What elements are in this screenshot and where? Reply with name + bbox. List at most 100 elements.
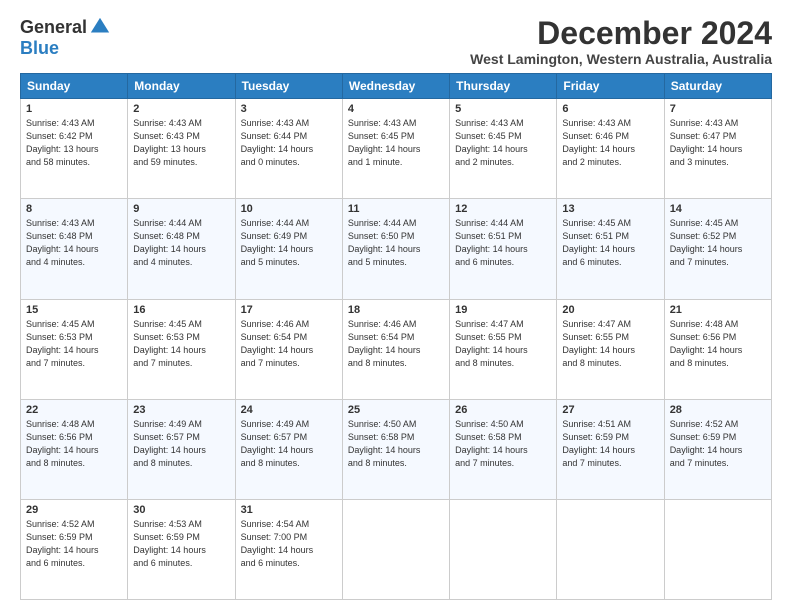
day-number: 29 <box>26 504 122 516</box>
month-title: December 2024 <box>470 16 772 51</box>
day-info: Sunrise: 4:52 AM Sunset: 6:59 PM Dayligh… <box>670 418 766 470</box>
day-info: Sunrise: 4:46 AM Sunset: 6:54 PM Dayligh… <box>348 318 444 370</box>
day-info: Sunrise: 4:53 AM Sunset: 6:59 PM Dayligh… <box>133 518 229 570</box>
day-info: Sunrise: 4:44 AM Sunset: 6:49 PM Dayligh… <box>241 217 337 269</box>
table-row: 25Sunrise: 4:50 AM Sunset: 6:58 PM Dayli… <box>342 399 449 499</box>
day-number: 19 <box>455 304 551 316</box>
day-info: Sunrise: 4:50 AM Sunset: 6:58 PM Dayligh… <box>455 418 551 470</box>
col-friday: Friday <box>557 74 664 99</box>
day-info: Sunrise: 4:45 AM Sunset: 6:53 PM Dayligh… <box>26 318 122 370</box>
table-row: 31Sunrise: 4:54 AM Sunset: 7:00 PM Dayli… <box>235 499 342 599</box>
day-info: Sunrise: 4:48 AM Sunset: 6:56 PM Dayligh… <box>670 318 766 370</box>
week-row-1: 1Sunrise: 4:43 AM Sunset: 6:42 PM Daylig… <box>21 99 772 199</box>
week-row-5: 29 Sunrise: 4:52 AM Sunset: 6:59 PM Dayli… <box>21 499 772 599</box>
calendar-header-row: Sunday Monday Tuesday Wednesday Thursday… <box>21 74 772 99</box>
day-info: Sunrise: 4:45 AM Sunset: 6:52 PM Dayligh… <box>670 217 766 269</box>
header: General Blue December 2024 West Lamingto… <box>20 16 772 67</box>
table-row: 7 Sunrise: 4:43 AM Sunset: 6:47 PM Daylig… <box>664 99 771 199</box>
day-number: 4 <box>348 103 444 115</box>
table-row: 9 Sunrise: 4:44 AM Sunset: 6:48 PM Daylig… <box>128 199 235 299</box>
table-row: 20 Sunrise: 4:47 AM Sunset: 6:55 PM Dayli… <box>557 299 664 399</box>
table-row: 8 Sunrise: 4:43 AM Sunset: 6:48 PM Daylig… <box>21 199 128 299</box>
day-info: Sunrise: 4:48 AM Sunset: 6:56 PM Dayligh… <box>26 418 122 470</box>
day-number: 7 <box>670 103 766 115</box>
table-row: 27 Sunrise: 4:51 AM Sunset: 6:59 PM Dayli… <box>557 399 664 499</box>
day-number: 14 <box>670 203 766 215</box>
day-number: 15 <box>26 304 122 316</box>
day-number: 16 <box>133 304 229 316</box>
table-row <box>557 499 664 599</box>
day-info: Sunrise: 4:45 AM Sunset: 6:53 PM Dayligh… <box>133 318 229 370</box>
day-info: Sunrise: 4:43 AM Sunset: 6:45 PM Dayligh… <box>455 117 551 169</box>
col-monday: Monday <box>128 74 235 99</box>
day-number: 18 <box>348 304 444 316</box>
week-row-2: 8 Sunrise: 4:43 AM Sunset: 6:48 PM Daylig… <box>21 199 772 299</box>
table-row <box>342 499 449 599</box>
day-number: 26 <box>455 404 551 416</box>
day-info: Sunrise: 4:49 AM Sunset: 6:57 PM Dayligh… <box>133 418 229 470</box>
table-row: 11Sunrise: 4:44 AM Sunset: 6:50 PM Dayli… <box>342 199 449 299</box>
table-row: 28 Sunrise: 4:52 AM Sunset: 6:59 PM Dayli… <box>664 399 771 499</box>
day-number: 22 <box>26 404 122 416</box>
table-row: 14 Sunrise: 4:45 AM Sunset: 6:52 PM Dayli… <box>664 199 771 299</box>
day-info: Sunrise: 4:43 AM Sunset: 6:43 PM Dayligh… <box>133 117 229 169</box>
day-info: Sunrise: 4:52 AM Sunset: 6:59 PM Dayligh… <box>26 518 122 570</box>
day-number: 12 <box>455 203 551 215</box>
day-info: Sunrise: 4:47 AM Sunset: 6:55 PM Dayligh… <box>562 318 658 370</box>
day-info: Sunrise: 4:43 AM Sunset: 6:45 PM Dayligh… <box>348 117 444 169</box>
day-number: 20 <box>562 304 658 316</box>
col-sunday: Sunday <box>21 74 128 99</box>
table-row: 6Sunrise: 4:43 AM Sunset: 6:46 PM Daylig… <box>557 99 664 199</box>
day-info: Sunrise: 4:47 AM Sunset: 6:55 PM Dayligh… <box>455 318 551 370</box>
table-row: 17Sunrise: 4:46 AM Sunset: 6:54 PM Dayli… <box>235 299 342 399</box>
day-number: 21 <box>670 304 766 316</box>
table-row: 3Sunrise: 4:43 AM Sunset: 6:44 PM Daylig… <box>235 99 342 199</box>
table-row: 18 Sunrise: 4:46 AM Sunset: 6:54 PM Dayli… <box>342 299 449 399</box>
table-row: 22 Sunrise: 4:48 AM Sunset: 6:56 PM Dayli… <box>21 399 128 499</box>
day-number: 10 <box>241 203 337 215</box>
day-number: 3 <box>241 103 337 115</box>
calendar-table: Sunday Monday Tuesday Wednesday Thursday… <box>20 73 772 600</box>
day-number: 24 <box>241 404 337 416</box>
day-info: Sunrise: 4:44 AM Sunset: 6:50 PM Dayligh… <box>348 217 444 269</box>
page: General Blue December 2024 West Lamingto… <box>0 0 792 612</box>
day-info: Sunrise: 4:43 AM Sunset: 6:46 PM Dayligh… <box>562 117 658 169</box>
day-info: Sunrise: 4:49 AM Sunset: 6:57 PM Dayligh… <box>241 418 337 470</box>
table-row <box>664 499 771 599</box>
week-row-3: 15 Sunrise: 4:45 AM Sunset: 6:53 PM Dayli… <box>21 299 772 399</box>
day-info: Sunrise: 4:45 AM Sunset: 6:51 PM Dayligh… <box>562 217 658 269</box>
day-info: Sunrise: 4:50 AM Sunset: 6:58 PM Dayligh… <box>348 418 444 470</box>
table-row: 5Sunrise: 4:43 AM Sunset: 6:45 PM Daylig… <box>450 99 557 199</box>
day-info: Sunrise: 4:44 AM Sunset: 6:51 PM Dayligh… <box>455 217 551 269</box>
day-number: 13 <box>562 203 658 215</box>
day-info: Sunrise: 4:44 AM Sunset: 6:48 PM Dayligh… <box>133 217 229 269</box>
table-row: 1Sunrise: 4:43 AM Sunset: 6:42 PM Daylig… <box>21 99 128 199</box>
day-info: Sunrise: 4:51 AM Sunset: 6:59 PM Dayligh… <box>562 418 658 470</box>
day-info: Sunrise: 4:43 AM Sunset: 6:42 PM Dayligh… <box>26 117 122 169</box>
table-row: 21 Sunrise: 4:48 AM Sunset: 6:56 PM Dayli… <box>664 299 771 399</box>
logo-general-text: General <box>20 17 87 38</box>
table-row: 4 Sunrise: 4:43 AM Sunset: 6:45 PM Daylig… <box>342 99 449 199</box>
day-info: Sunrise: 4:43 AM Sunset: 6:48 PM Dayligh… <box>26 217 122 269</box>
day-info: Sunrise: 4:54 AM Sunset: 7:00 PM Dayligh… <box>241 518 337 570</box>
table-row <box>450 499 557 599</box>
day-number: 28 <box>670 404 766 416</box>
table-row: 12 Sunrise: 4:44 AM Sunset: 6:51 PM Dayli… <box>450 199 557 299</box>
day-number: 23 <box>133 404 229 416</box>
table-row: 10 Sunrise: 4:44 AM Sunset: 6:49 PM Dayli… <box>235 199 342 299</box>
table-row: 2 Sunrise: 4:43 AM Sunset: 6:43 PM Daylig… <box>128 99 235 199</box>
col-tuesday: Tuesday <box>235 74 342 99</box>
day-number: 2 <box>133 103 229 115</box>
col-wednesday: Wednesday <box>342 74 449 99</box>
table-row: 26 Sunrise: 4:50 AM Sunset: 6:58 PM Dayli… <box>450 399 557 499</box>
day-info: Sunrise: 4:46 AM Sunset: 6:54 PM Dayligh… <box>241 318 337 370</box>
week-row-4: 22 Sunrise: 4:48 AM Sunset: 6:56 PM Dayli… <box>21 399 772 499</box>
table-row: 24 Sunrise: 4:49 AM Sunset: 6:57 PM Dayli… <box>235 399 342 499</box>
table-row: 19 Sunrise: 4:47 AM Sunset: 6:55 PM Dayli… <box>450 299 557 399</box>
table-row: 15 Sunrise: 4:45 AM Sunset: 6:53 PM Dayli… <box>21 299 128 399</box>
day-number: 27 <box>562 404 658 416</box>
day-number: 9 <box>133 203 229 215</box>
day-number: 8 <box>26 203 122 215</box>
day-info: Sunrise: 4:43 AM Sunset: 6:47 PM Dayligh… <box>670 117 766 169</box>
day-number: 30 <box>133 504 229 516</box>
